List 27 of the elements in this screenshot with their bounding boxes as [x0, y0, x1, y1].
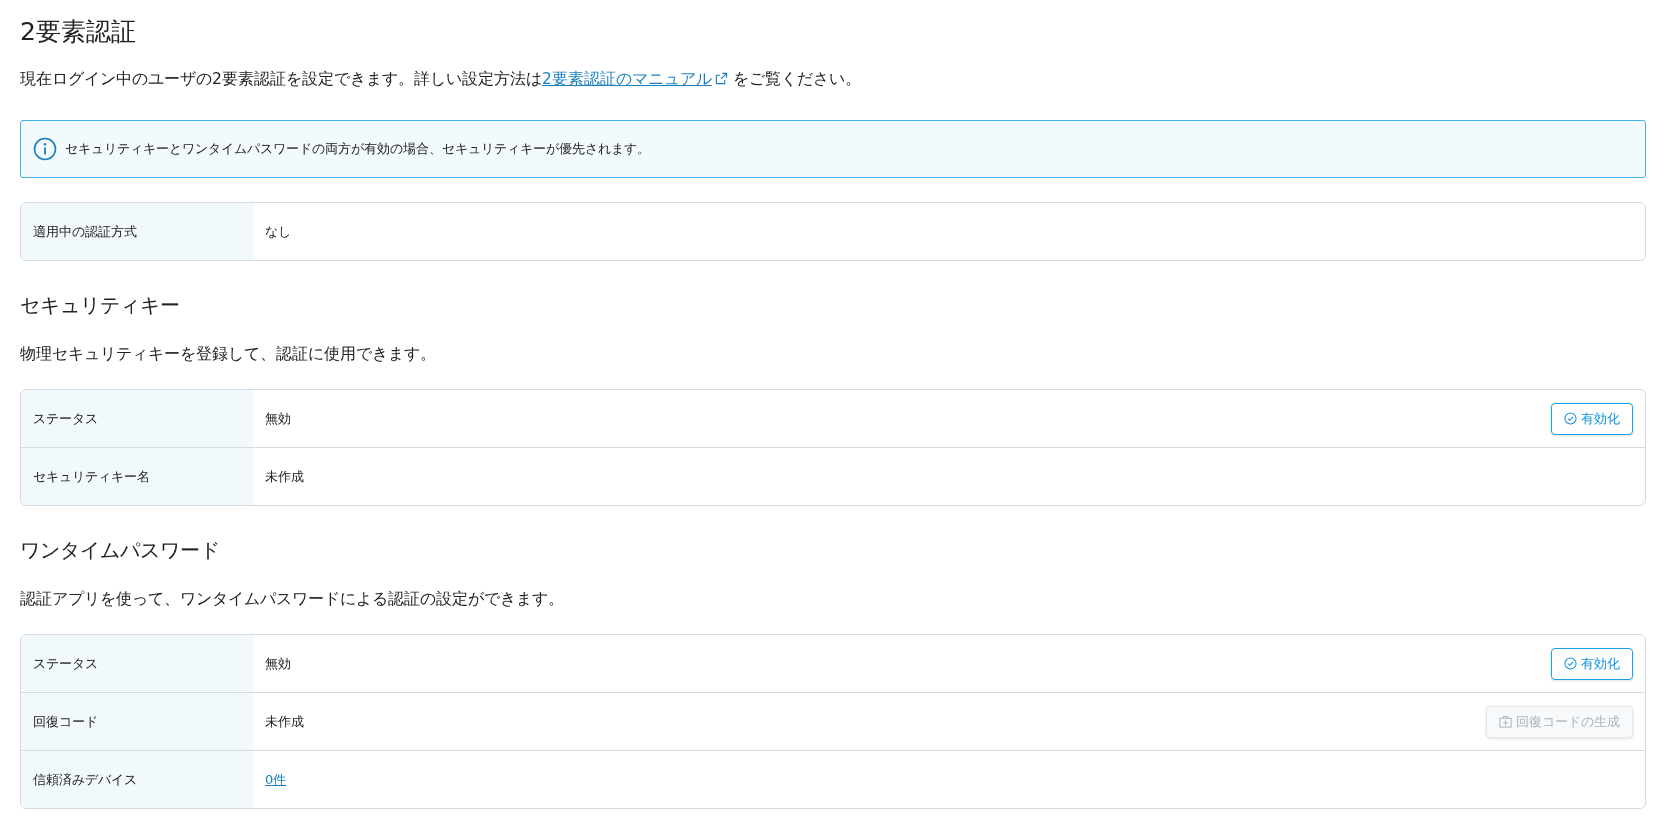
add-box-icon: [1499, 715, 1512, 728]
section-description: 物理セキュリティキーを登録して、認証に使用できます。: [20, 344, 437, 365]
check-circle-icon: [1564, 412, 1577, 425]
section-description: 認証アプリを使って、ワンタイムパスワードによる認証の設定ができます。: [20, 589, 565, 610]
action-button[interactable]: 有効化: [1551, 647, 1633, 680]
intro-text: 現在ログイン中のユーザの2要素認証を設定できます。詳しい設定方法は2要素認証のマニュアル をご覧ください。: [20, 69, 862, 90]
section-heading: ワンタイムパスワード: [20, 537, 221, 564]
row-value: 未作成: [265, 467, 304, 486]
row-value: 無効: [265, 654, 291, 673]
row-label: ステータス: [21, 635, 253, 692]
row-value: 未作成: [265, 712, 304, 731]
section-heading: セキュリティキー: [20, 292, 181, 319]
row-label: ステータス: [21, 390, 253, 447]
page-title: 2要素認証: [20, 16, 137, 48]
row-label: 適用中の認証方式: [21, 203, 253, 260]
manual-link[interactable]: 2要素認証のマニュアル: [541, 70, 728, 88]
value-link[interactable]: 0件: [265, 770, 287, 789]
action-button[interactable]: 有効化: [1551, 402, 1633, 435]
external-link-icon: [714, 72, 728, 85]
info-text: セキュリティキーとワンタイムパスワードの両方が有効の場合、セキュリティキーが優先されます。: [65, 140, 650, 158]
row-label: 回復コード: [21, 693, 253, 750]
check-circle-icon: [1564, 657, 1577, 670]
row-label: 信頼済みデバイス: [21, 751, 253, 808]
row-label: セキュリティキー名: [21, 448, 253, 505]
info-icon: [33, 137, 57, 161]
row-value: 無効: [265, 409, 291, 428]
row-value: なし: [265, 222, 291, 241]
